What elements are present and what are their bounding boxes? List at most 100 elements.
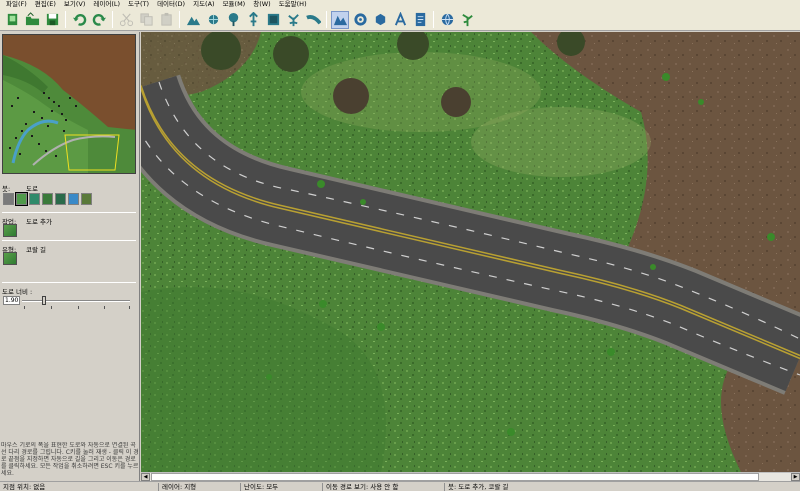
menu-layer[interactable]: 레이어(L) <box>89 0 124 9</box>
type-value: 코랄 길 <box>26 246 47 254</box>
scrollbar-thumb[interactable] <box>151 473 759 481</box>
brush-option[interactable] <box>81 193 92 205</box>
menu-help[interactable]: 도움말(H) <box>275 0 311 9</box>
action-value: 도로 추가 <box>26 218 52 226</box>
doodad-tool-icon <box>208 14 218 25</box>
slider-tick <box>51 306 52 309</box>
menu-file[interactable]: 파일(F) <box>2 0 31 9</box>
toolbar-separator <box>112 11 113 28</box>
doodad-tool-button[interactable] <box>204 11 222 29</box>
slider-tick <box>78 306 79 309</box>
menu-data[interactable]: 데이터(D) <box>153 0 189 9</box>
horizontal-scrollbar[interactable]: ◀ ▶ <box>141 472 800 481</box>
cliff-tool-button[interactable] <box>331 10 349 29</box>
texture-tool-icon <box>267 13 279 26</box>
status-separator <box>322 483 323 491</box>
status-brush: 붓: 도로 추가, 코랄 길 <box>448 483 509 491</box>
width-label: 도로 너비 : <box>2 288 33 296</box>
status-layer: 레이어: 지형 <box>162 483 197 491</box>
object-tool-icon <box>375 13 385 26</box>
toolbar <box>0 9 800 31</box>
vegetation-tool-icon <box>287 14 299 27</box>
unit-tool-button[interactable] <box>244 11 262 29</box>
menu-bar: 파일(F) 편집(E) 보기(V) 레이어(L) 도구(T) 데이터(D) 지도… <box>0 0 800 9</box>
settings-tool-icon <box>353 13 367 26</box>
globe-tool-icon <box>441 13 453 26</box>
road-width-slider-thumb[interactable] <box>41 296 46 305</box>
terrain-tool-icon <box>186 16 200 26</box>
cliff-tool-icon <box>333 15 347 26</box>
open-map-button[interactable] <box>23 11 41 29</box>
road-tool-icon <box>305 15 321 25</box>
text-tool-button[interactable] <box>391 11 409 29</box>
cut-button[interactable] <box>117 11 135 29</box>
slider-tick <box>129 306 130 309</box>
menu-edit[interactable]: 편집(E) <box>31 0 60 9</box>
brush-option[interactable] <box>68 193 79 205</box>
brush-value: 도로 <box>26 185 38 193</box>
redo-button[interactable] <box>90 11 108 29</box>
text-tool-icon <box>394 12 406 26</box>
save-map-button[interactable] <box>43 11 61 29</box>
toolbar-separator <box>65 11 66 28</box>
minimap-canvas <box>3 35 135 173</box>
brush-option[interactable] <box>42 193 53 205</box>
plant-tool-button[interactable] <box>458 11 476 29</box>
settings-tool-button[interactable] <box>351 11 369 29</box>
tree-tool-button[interactable] <box>224 11 242 29</box>
status-difficulty: 난이도: 모두 <box>244 483 279 491</box>
slider-tick <box>24 306 25 309</box>
menu-view[interactable]: 보기(V) <box>60 0 89 9</box>
menu-module[interactable]: 모듈(M) <box>219 0 250 9</box>
open-map-icon <box>25 12 39 26</box>
brush-options <box>3 192 94 206</box>
divider <box>2 240 136 241</box>
object-tool-button[interactable] <box>371 11 389 29</box>
globe-tool-button[interactable] <box>438 11 456 29</box>
type-swatch[interactable] <box>3 252 17 265</box>
texture-tool-button[interactable] <box>264 11 282 29</box>
brush-option[interactable] <box>3 193 14 205</box>
map-viewport[interactable] <box>141 32 800 472</box>
status-separator <box>158 483 159 491</box>
brush-option[interactable] <box>15 192 28 206</box>
toolbar-separator <box>433 11 434 28</box>
menu-tools[interactable]: 도구(T) <box>124 0 153 9</box>
status-separator <box>444 483 445 491</box>
scroll-right-icon[interactable]: ▶ <box>791 473 800 481</box>
tree-tool-icon <box>228 12 238 27</box>
menu-map[interactable]: 지도(A) <box>189 0 218 9</box>
status-coord: 지점 위치: 없음 <box>3 483 46 491</box>
road-width-slider-track[interactable] <box>22 300 130 302</box>
action-swatch[interactable] <box>3 224 17 237</box>
divider <box>2 282 136 283</box>
document-tool-button[interactable] <box>411 11 429 29</box>
road-width-input[interactable]: 1.90 <box>3 296 20 305</box>
new-map-icon <box>7 13 17 26</box>
status-bar: 지점 위치: 없음 레이어: 지형 난이도: 모두 이동 경로 보기: 사용 안… <box>0 481 800 491</box>
document-tool-icon <box>415 12 425 27</box>
slider-tick <box>104 306 105 309</box>
save-map-icon <box>46 13 58 26</box>
undo-button[interactable] <box>70 11 88 29</box>
minimap[interactable] <box>2 34 136 174</box>
editor-window: 파일(F) 편집(E) 보기(V) 레이어(L) 도구(T) 데이터(D) 지도… <box>0 0 800 491</box>
new-map-button[interactable] <box>3 11 21 29</box>
terrain-tool-button[interactable] <box>184 11 202 29</box>
unit-tool-icon <box>248 12 258 27</box>
scroll-left-icon[interactable]: ◀ <box>141 473 150 481</box>
menu-window[interactable]: 창(W) <box>249 0 274 9</box>
status-separator <box>240 483 241 491</box>
paste-button[interactable] <box>157 11 175 29</box>
brush-label: 붓: <box>2 185 11 193</box>
plant-tool-icon <box>461 14 473 27</box>
help-text: 마우스 기로의 폭을 표현한 도로와 자동으로 연결된 곡선 다리 경로를 그립… <box>1 442 139 477</box>
copy-button[interactable] <box>137 11 155 29</box>
road-tool-button[interactable] <box>304 11 322 29</box>
brush-option[interactable] <box>55 193 66 205</box>
brush-option[interactable] <box>29 193 40 205</box>
cut-icon <box>119 13 133 27</box>
vegetation-tool-button[interactable] <box>284 11 302 29</box>
undo-icon <box>72 14 86 26</box>
copy-icon <box>139 13 153 26</box>
